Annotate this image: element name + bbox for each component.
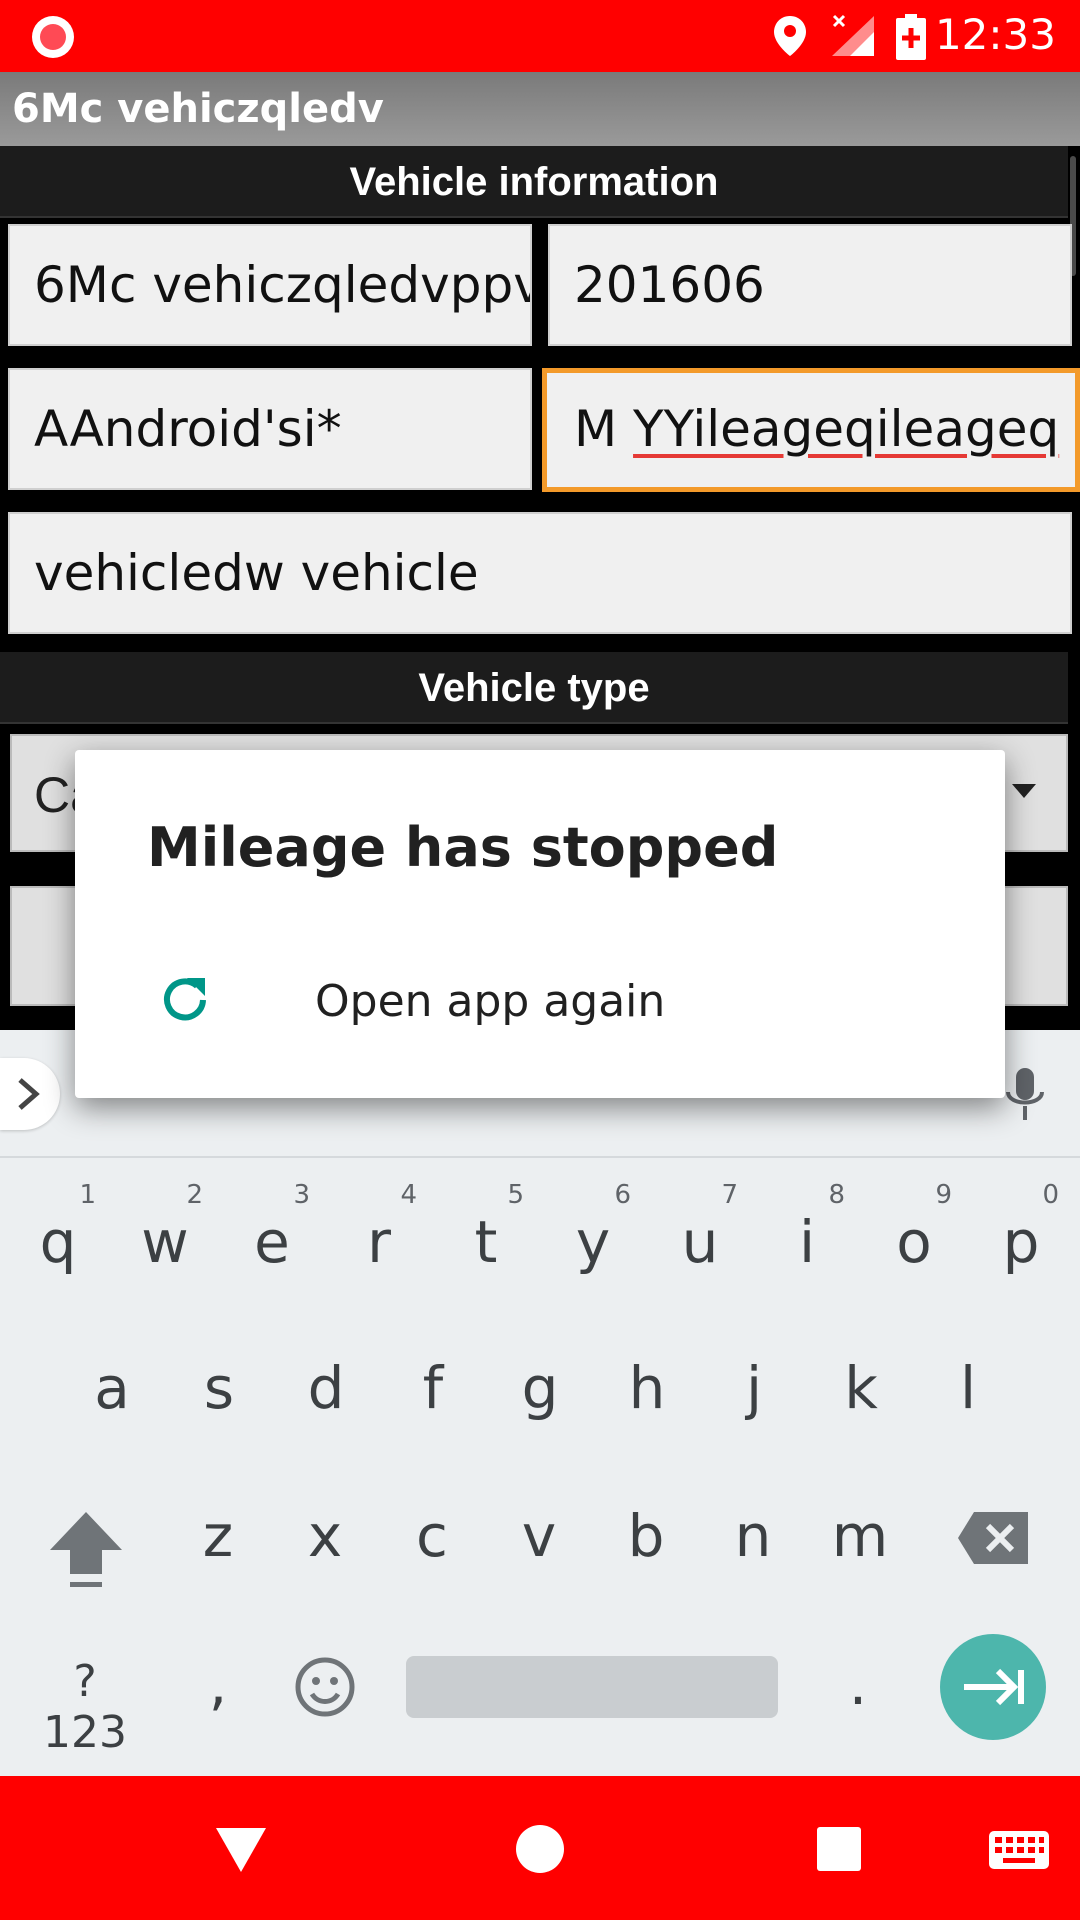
key-r[interactable]: r4 — [329, 1180, 429, 1276]
open-app-again-label: Open app again — [315, 976, 666, 1027]
key-p[interactable]: p0 — [971, 1180, 1071, 1276]
back-icon[interactable] — [214, 1826, 268, 1874]
key-y[interactable]: y6 — [543, 1180, 643, 1276]
key-hint: 5 — [507, 1180, 524, 1210]
app-title: 6Mc vehiczqledv — [12, 86, 384, 132]
home-icon[interactable] — [515, 1824, 565, 1874]
key-t[interactable]: t5 — [436, 1180, 536, 1276]
key-hint: 2 — [186, 1180, 203, 1210]
key-n[interactable]: n — [703, 1502, 803, 1570]
key-v[interactable]: v — [489, 1502, 589, 1570]
key-label: q — [39, 1208, 77, 1276]
location-icon — [774, 16, 806, 56]
navigation-bar — [0, 1776, 1080, 1920]
key-b[interactable]: b — [596, 1502, 696, 1570]
chevron-right-icon — [18, 1078, 40, 1110]
key-w[interactable]: w2 — [115, 1180, 215, 1276]
key-hint: 9 — [935, 1180, 952, 1210]
key-hint: 6 — [614, 1180, 631, 1210]
key-label: u — [681, 1208, 719, 1276]
next-key[interactable] — [940, 1634, 1046, 1740]
soft-keyboard: q1w2e3r4t5y6u7i8o9p0 asdfghjkl zxcvbnm ?… — [0, 1158, 1080, 1776]
key-hint: 3 — [293, 1180, 310, 1210]
vehicle-name-input[interactable]: 6Mc vehiczqledvppv — [8, 224, 532, 346]
period-key[interactable]: . — [808, 1650, 908, 1718]
tab-next-icon — [964, 1668, 1024, 1706]
model-prefix-text: M — [574, 400, 634, 458]
action-bar: 6Mc vehiczqledv — [0, 72, 1080, 146]
key-hint: 7 — [721, 1180, 738, 1210]
key-label: e — [254, 1208, 290, 1276]
key-e[interactable]: e3 — [222, 1180, 322, 1276]
key-label: y — [575, 1208, 611, 1276]
app-stopped-dialog: Mileage has stopped Open app again — [75, 750, 1005, 1098]
key-s[interactable]: s — [169, 1354, 269, 1422]
vehicle-year-input[interactable]: 201606 — [548, 224, 1072, 346]
key-m[interactable]: m — [810, 1502, 910, 1570]
recents-icon[interactable] — [816, 1826, 862, 1872]
key-h[interactable]: h — [597, 1354, 697, 1422]
section-header-vehicle-information: Vehicle information — [0, 146, 1068, 218]
key-j[interactable]: j — [704, 1354, 804, 1422]
key-c[interactable]: c — [382, 1502, 482, 1570]
dropdown-arrow-icon — [1012, 784, 1036, 798]
refresh-icon — [164, 978, 206, 1021]
status-time: 12:33 — [934, 10, 1056, 59]
key-label: w — [141, 1208, 189, 1276]
key-label: r — [367, 1208, 391, 1276]
key-q[interactable]: q1 — [8, 1180, 108, 1276]
emoji-icon[interactable] — [294, 1656, 356, 1718]
keyboard-expand-button[interactable] — [0, 1058, 60, 1130]
microphone-icon[interactable] — [1004, 1066, 1046, 1126]
symbols-key[interactable]: ?123 — [35, 1656, 135, 1758]
key-l[interactable]: l — [918, 1354, 1018, 1422]
key-label: i — [798, 1208, 816, 1276]
status-bar: 12:33 — [0, 0, 1080, 72]
section-header-vehicle-type: Vehicle type — [0, 652, 1068, 724]
key-g[interactable]: g — [490, 1354, 590, 1422]
key-k[interactable]: k — [811, 1354, 911, 1422]
signal-no-service-icon — [832, 14, 874, 56]
space-key[interactable] — [406, 1656, 778, 1718]
key-x[interactable]: x — [275, 1502, 375, 1570]
record-icon — [32, 16, 74, 58]
vehicle-make-input[interactable]: AAndroid'si* — [8, 368, 532, 490]
backspace-key-icon[interactable] — [956, 1510, 1032, 1566]
battery-charging-icon — [896, 14, 926, 60]
key-label: p — [1002, 1208, 1040, 1276]
key-a[interactable]: a — [62, 1354, 162, 1422]
key-hint: 0 — [1042, 1180, 1059, 1210]
dialog-title: Mileage has stopped — [147, 816, 779, 879]
vehicle-description-input[interactable]: vehicledw vehicle — [8, 512, 1072, 634]
key-hint: 4 — [400, 1180, 417, 1210]
key-o[interactable]: o9 — [864, 1180, 964, 1276]
key-label: o — [896, 1208, 932, 1276]
model-misspelled-text: YYileageqileageq — [633, 400, 1060, 458]
key-hint: 8 — [828, 1180, 845, 1210]
key-hint: 1 — [79, 1180, 96, 1210]
key-f[interactable]: f — [383, 1354, 483, 1422]
vehicle-model-input[interactable]: M YYileageqileageq — [542, 368, 1080, 492]
comma-key[interactable]: , — [168, 1650, 268, 1718]
keyboard-switch-icon[interactable] — [988, 1830, 1050, 1870]
open-app-again-button[interactable]: Open app again — [75, 950, 1005, 1070]
key-u[interactable]: u7 — [650, 1180, 750, 1276]
key-z[interactable]: z — [168, 1502, 268, 1570]
shift-key-icon[interactable] — [46, 1506, 126, 1590]
key-i[interactable]: i8 — [757, 1180, 857, 1276]
key-label: t — [474, 1208, 498, 1276]
key-d[interactable]: d — [276, 1354, 376, 1422]
